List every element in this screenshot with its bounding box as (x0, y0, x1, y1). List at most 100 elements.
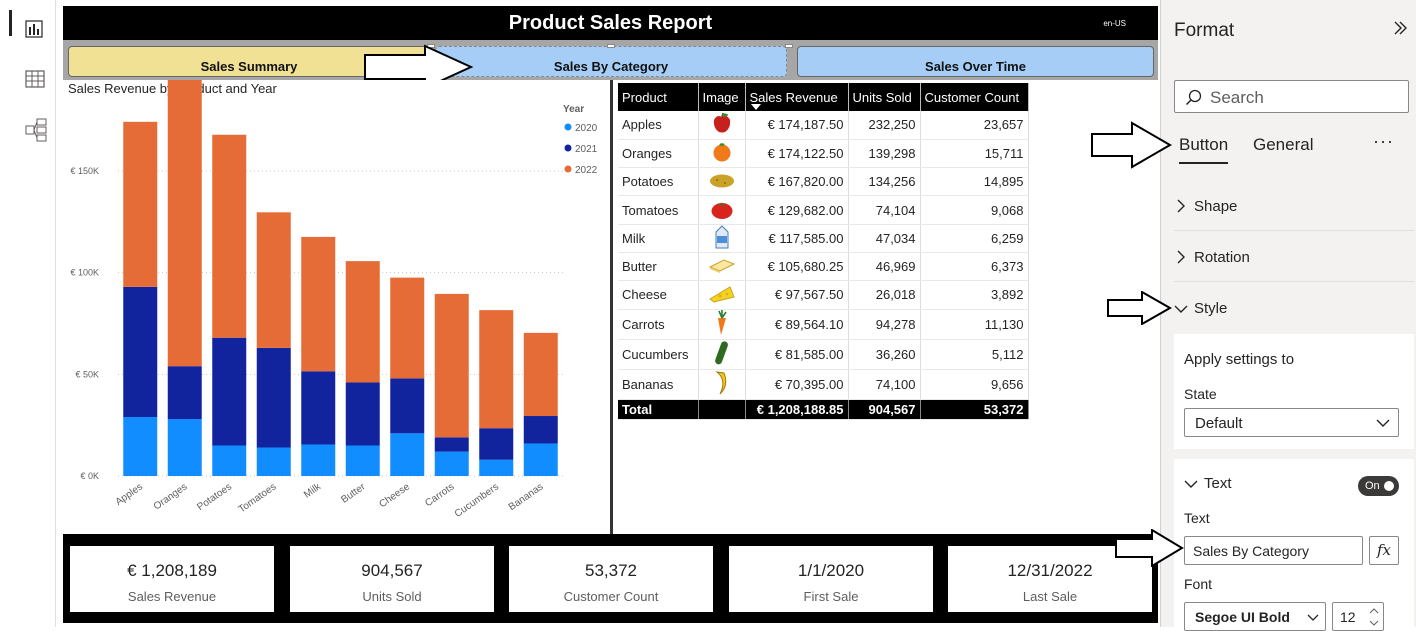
cell-product: Tomatoes (618, 195, 699, 225)
x-tick-label: Tomatoes (237, 481, 279, 515)
callout-arrow-icon (1091, 121, 1172, 169)
x-tick-label: Milk (302, 481, 324, 501)
locale-label: en-US (1103, 19, 1126, 28)
bar-segment (212, 445, 247, 476)
x-tick-label: Cucumbers (453, 481, 501, 519)
header-image[interactable]: Image (698, 83, 746, 111)
legend-marker (564, 165, 572, 173)
cell-sales-revenue: € 81,585.00 (745, 339, 849, 370)
bar-segment (434, 451, 469, 476)
x-tick-label: Butter (339, 481, 368, 506)
cell-image (698, 224, 746, 253)
cell-image (698, 111, 746, 140)
matrix-header-row: Product Image Sales Revenue Units Sold C… (618, 83, 1029, 111)
table-row[interactable]: Tomatoes € 129,682.00 74,104 9,068 (618, 195, 1029, 225)
tab-sales-over-time[interactable]: Sales Over Time (797, 46, 1154, 77)
table-row[interactable]: Oranges € 174,122.50 139,298 15,711 (618, 139, 1029, 169)
matrix-table: Product Image Sales Revenue Units Sold C… (618, 83, 1029, 420)
format-search-input[interactable]: Search (1174, 80, 1409, 113)
header-sales-revenue[interactable]: Sales Revenue (745, 83, 849, 111)
cell-customer-count: 6,373 (920, 252, 1029, 282)
button-text-input[interactable]: Sales By Category (1184, 536, 1363, 565)
kpi-card-units-sold[interactable]: 904,567 Units Sold (290, 546, 494, 612)
tab-button[interactable]: Button (1179, 135, 1229, 164)
table-row[interactable]: Butter € 105,680.25 46,969 6,373 (618, 252, 1029, 282)
bar-segment (345, 261, 380, 383)
fx-button[interactable]: fx (1369, 536, 1399, 565)
header-product[interactable]: Product (618, 83, 699, 111)
header-sales-revenue-label: Sales Revenue (749, 89, 838, 105)
bar-segment (479, 459, 514, 476)
table-row[interactable]: Cucumbers € 81,585.00 36,260 5,112 (618, 339, 1029, 370)
kpi-value: € 1,208,189 (127, 561, 217, 580)
cell-customer-count: 9,656 (920, 369, 1029, 400)
header-customer-count[interactable]: Customer Count (920, 83, 1029, 111)
toggle-knob (1384, 481, 1394, 491)
total-customer-count: 53,372 (920, 399, 1029, 420)
bar-segment (390, 378, 425, 434)
selection-handle[interactable] (785, 44, 793, 48)
cell-product: Cheese (618, 280, 699, 310)
chevron-right-icon (1177, 199, 1185, 213)
model-view-icon[interactable] (25, 118, 47, 142)
tab-sales-by-category[interactable]: Sales By Category (435, 46, 787, 77)
cell-image (698, 309, 746, 340)
kpi-label: First Sale (803, 589, 859, 604)
cell-customer-count: 5,112 (920, 339, 1029, 370)
table-row[interactable]: Cheese € 97,567.50 26,018 3,892 (618, 280, 1029, 310)
section-rotation[interactable]: Rotation (1174, 232, 1414, 282)
toggle-label: On (1365, 480, 1380, 492)
text-toggle[interactable]: On (1358, 476, 1399, 496)
x-tick-label: Carrots (423, 481, 456, 509)
stepper-arrows-icon[interactable] (1369, 606, 1379, 628)
table-row[interactable]: Bananas € 70,395.00 74,100 9,656 (618, 369, 1029, 400)
bar-segment (123, 286, 158, 418)
state-value: Default (1195, 415, 1243, 432)
legend-marker (564, 144, 572, 152)
stacked-bar-chart[interactable]: Sales Revenue by Product and Year€ 0K€ 5… (63, 65, 610, 534)
cell-image (698, 369, 746, 400)
x-tick-label: Potatoes (195, 481, 234, 513)
banana-icon (712, 370, 732, 399)
section-shape[interactable]: Shape (1174, 181, 1414, 231)
selection-handle[interactable] (607, 44, 615, 48)
table-row[interactable]: Potatoes € 167,820.00 134,256 14,895 (618, 167, 1029, 197)
table-row[interactable]: Milk € 117,585.00 47,034 6,259 (618, 224, 1029, 253)
y-tick-label: € 100K (70, 268, 99, 278)
cell-units-sold: 134,256 (848, 167, 921, 197)
kpi-card-customer-count[interactable]: 53,372 Customer Count (509, 546, 713, 612)
bar-segment (123, 417, 158, 476)
state-dropdown[interactable]: Default (1184, 408, 1399, 437)
search-icon (1185, 89, 1202, 106)
cell-image (698, 195, 746, 225)
cell-image (698, 252, 746, 282)
product-matrix[interactable]: Product Image Sales Revenue Units Sold C… (613, 80, 1158, 534)
collapse-pane-icon[interactable] (1392, 20, 1408, 42)
kpi-band: € 1,208,189 Sales Revenue 904,567 Units … (63, 534, 1158, 623)
tab-general[interactable]: General (1253, 135, 1313, 155)
report-view-icon[interactable] (25, 20, 47, 42)
kpi-label: Customer Count (563, 589, 659, 604)
more-options-icon[interactable]: ··· (1373, 131, 1394, 152)
header-units-sold[interactable]: Units Sold (848, 83, 921, 111)
kpi-card-sales-revenue[interactable]: € 1,208,189 Sales Revenue (70, 546, 274, 612)
chevron-down-icon (1174, 305, 1188, 313)
section-style[interactable]: Style (1174, 283, 1414, 333)
table-row[interactable]: Apples € 174,187.50 232,250 23,657 (618, 111, 1029, 140)
section-label: Shape (1194, 198, 1238, 215)
cell-units-sold: 36,260 (848, 339, 921, 370)
bar-segment (212, 134, 247, 338)
cell-sales-revenue: € 70,395.00 (745, 369, 849, 400)
bar-segment (345, 382, 380, 446)
table-row[interactable]: Carrots € 89,564.10 94,278 11,130 (618, 309, 1029, 340)
y-tick-label: € 150K (70, 166, 99, 176)
table-view-icon[interactable] (25, 70, 47, 92)
kpi-card-first-sale[interactable]: 1/1/2020 First Sale (729, 546, 933, 612)
kpi-value: 53,372 (585, 561, 637, 580)
callout-arrow-icon (1107, 291, 1172, 325)
cell-product: Milk (618, 224, 699, 253)
cell-units-sold: 47,034 (848, 224, 921, 253)
bar-segment (345, 445, 380, 476)
kpi-label: Sales Revenue (127, 589, 217, 604)
chevron-down-icon[interactable] (1184, 479, 1198, 489)
